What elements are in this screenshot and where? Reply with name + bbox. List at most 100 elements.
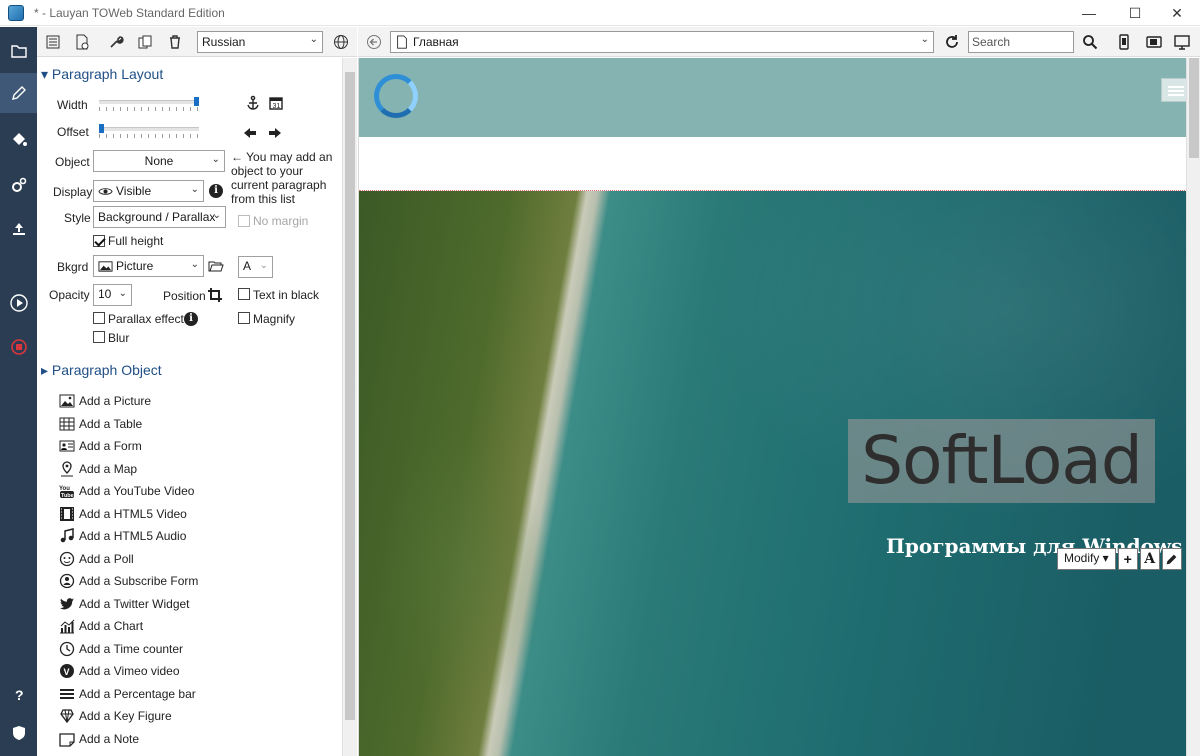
copy-button[interactable] xyxy=(135,32,155,52)
add-html5-audio-item[interactable]: Add a HTML5 Audio xyxy=(59,527,186,545)
question-icon: ? xyxy=(15,687,24,703)
paragraph-object-heading-text: Paragraph Object xyxy=(51,362,162,378)
parallax-effect-checkbox[interactable] xyxy=(93,312,105,324)
add-vimeo-video-label: Add a Vimeo video xyxy=(79,664,180,678)
paragraph-layout-heading[interactable]: ▾ Paragraph Layout xyxy=(41,66,163,83)
rail-settings-button[interactable] xyxy=(0,165,37,205)
opacity-value: 10 xyxy=(98,287,112,301)
add-subscribe-form-item[interactable]: Add a Subscribe Form xyxy=(59,572,198,590)
minimize-button[interactable]: — xyxy=(1066,0,1112,26)
add-chart-item[interactable]: Add a Chart xyxy=(59,617,143,635)
blur-checkbox[interactable] xyxy=(93,331,105,343)
add-map-item[interactable]: Add a Map xyxy=(59,460,137,478)
opacity-select[interactable]: 10 ⌄ xyxy=(93,284,132,306)
rail-edit-button[interactable] xyxy=(0,73,37,113)
rail-preview-button[interactable] xyxy=(0,283,37,323)
add-note-item[interactable]: Add a Note xyxy=(59,730,139,748)
new-paragraph-button[interactable] xyxy=(72,32,92,52)
add-table-item[interactable]: Add a Table xyxy=(59,415,142,433)
rail-publish-button[interactable] xyxy=(0,209,37,249)
text-in-black-checkbox[interactable] xyxy=(238,288,250,300)
rail-folder-button[interactable] xyxy=(0,31,37,71)
anchor-button[interactable] xyxy=(243,93,263,113)
add-twitter-widget-item[interactable]: Add a Twitter Widget xyxy=(59,595,190,613)
rail-help-button[interactable]: ? xyxy=(0,675,37,715)
search-input[interactable]: Search xyxy=(968,31,1074,53)
text-style-button[interactable]: A xyxy=(1139,548,1160,570)
back-button[interactable] xyxy=(364,32,384,52)
left-rail: ? xyxy=(0,27,37,756)
calendar-button[interactable]: 31 xyxy=(266,93,286,113)
no-margin-checkbox[interactable] xyxy=(238,215,250,227)
paragraph-object-heading[interactable]: ▸ Paragraph Object xyxy=(41,362,162,379)
full-height-checkbox[interactable] xyxy=(93,235,105,247)
move-right-button[interactable] xyxy=(265,123,285,143)
delete-button[interactable] xyxy=(165,32,185,52)
full-height-label: Full height xyxy=(108,234,164,248)
preview-scrollbar[interactable] xyxy=(1186,58,1200,756)
width-slider[interactable] xyxy=(99,100,199,104)
add-poll-item[interactable]: Add a Poll xyxy=(59,550,134,568)
move-left-button[interactable] xyxy=(240,123,260,143)
empty-paragraph[interactable] xyxy=(359,137,1186,191)
add-youtube-label: Add a YouTube Video xyxy=(79,484,195,498)
display-info-icon[interactable]: i xyxy=(209,184,223,198)
add-picture-item[interactable]: Add a Picture xyxy=(59,392,151,410)
background-select[interactable]: Picture ⌄ xyxy=(93,255,204,277)
paragraph-list-button[interactable] xyxy=(43,32,63,52)
add-element-button[interactable]: + xyxy=(1117,548,1138,570)
font-select[interactable]: A ⌄ xyxy=(238,256,273,278)
copy-icon xyxy=(138,35,152,49)
add-key-figure-item[interactable]: Add a Key Figure xyxy=(59,707,172,725)
modify-button[interactable]: Modify ▾ xyxy=(1057,548,1116,570)
maximize-button[interactable]: ☐ xyxy=(1112,0,1158,26)
add-picture-label: Add a Picture xyxy=(79,394,152,408)
object-select[interactable]: None ⌄ xyxy=(93,150,225,172)
phone-view-button[interactable] xyxy=(1114,32,1134,52)
hero-title[interactable]: SoftLoad xyxy=(848,419,1155,503)
close-button[interactable]: ✕ xyxy=(1154,0,1200,26)
properties-panel: ▾ Paragraph Layout Width Offset 31 Objec… xyxy=(37,58,342,756)
add-vimeo-video-item[interactable]: V Add a Vimeo video xyxy=(59,662,180,680)
add-key-figure-label: Add a Key Figure xyxy=(79,709,172,723)
folder-icon xyxy=(10,45,27,58)
phone-icon xyxy=(1119,34,1129,50)
rail-shield-button[interactable] xyxy=(0,713,37,753)
vimeo-icon: V xyxy=(60,664,74,678)
browse-folder-button[interactable] xyxy=(206,256,226,276)
chevron-down-icon: ⌄ xyxy=(259,260,268,271)
panel-scrollbar-thumb[interactable] xyxy=(345,72,355,720)
text-style-icon: A xyxy=(1144,551,1156,567)
page-select[interactable]: Главная ⌄ xyxy=(390,31,934,53)
magnify-checkbox[interactable] xyxy=(238,312,250,324)
offset-slider-knob[interactable] xyxy=(99,124,104,133)
add-youtube-item[interactable]: You Tube Add a YouTube Video xyxy=(59,482,194,500)
add-table-label: Add a Table xyxy=(79,417,143,431)
add-time-counter-item[interactable]: Add a Time counter xyxy=(59,640,183,658)
rail-paint-button[interactable] xyxy=(0,119,37,159)
tablet-view-button[interactable] xyxy=(1144,32,1164,52)
parallax-info-icon[interactable]: i xyxy=(184,312,198,326)
language-select[interactable]: Russian ⌄ xyxy=(197,31,323,53)
panel-scrollbar[interactable] xyxy=(342,58,357,756)
add-html5-video-item[interactable]: Add a HTML5 Video xyxy=(59,505,187,523)
edit-button[interactable] xyxy=(1161,548,1182,570)
preview-scrollbar-thumb[interactable] xyxy=(1189,58,1199,158)
search-button[interactable] xyxy=(1080,32,1100,52)
add-percentage-bar-item[interactable]: Add a Percentage bar xyxy=(59,685,196,703)
width-slider-knob[interactable] xyxy=(194,97,199,106)
display-select[interactable]: Visible ⌄ xyxy=(93,180,204,202)
properties-button[interactable] xyxy=(106,32,126,52)
add-percentage-bar-label: Add a Percentage bar xyxy=(79,687,196,701)
site-logo-icon[interactable] xyxy=(374,74,418,118)
refresh-button[interactable] xyxy=(942,32,962,52)
desktop-view-button[interactable] xyxy=(1172,32,1192,52)
offset-slider[interactable] xyxy=(99,127,199,131)
web-preview-button[interactable] xyxy=(331,32,351,52)
hamburger-menu-icon[interactable] xyxy=(1161,78,1186,102)
position-button[interactable] xyxy=(205,285,225,305)
style-select[interactable]: Background / Parallax ⌄ xyxy=(93,206,226,228)
add-form-item[interactable]: Add a Form xyxy=(59,437,142,455)
website-preview[interactable]: SoftLoad Программы для Windows Modify ▾ … xyxy=(358,58,1186,756)
rail-record-button[interactable] xyxy=(0,327,37,367)
